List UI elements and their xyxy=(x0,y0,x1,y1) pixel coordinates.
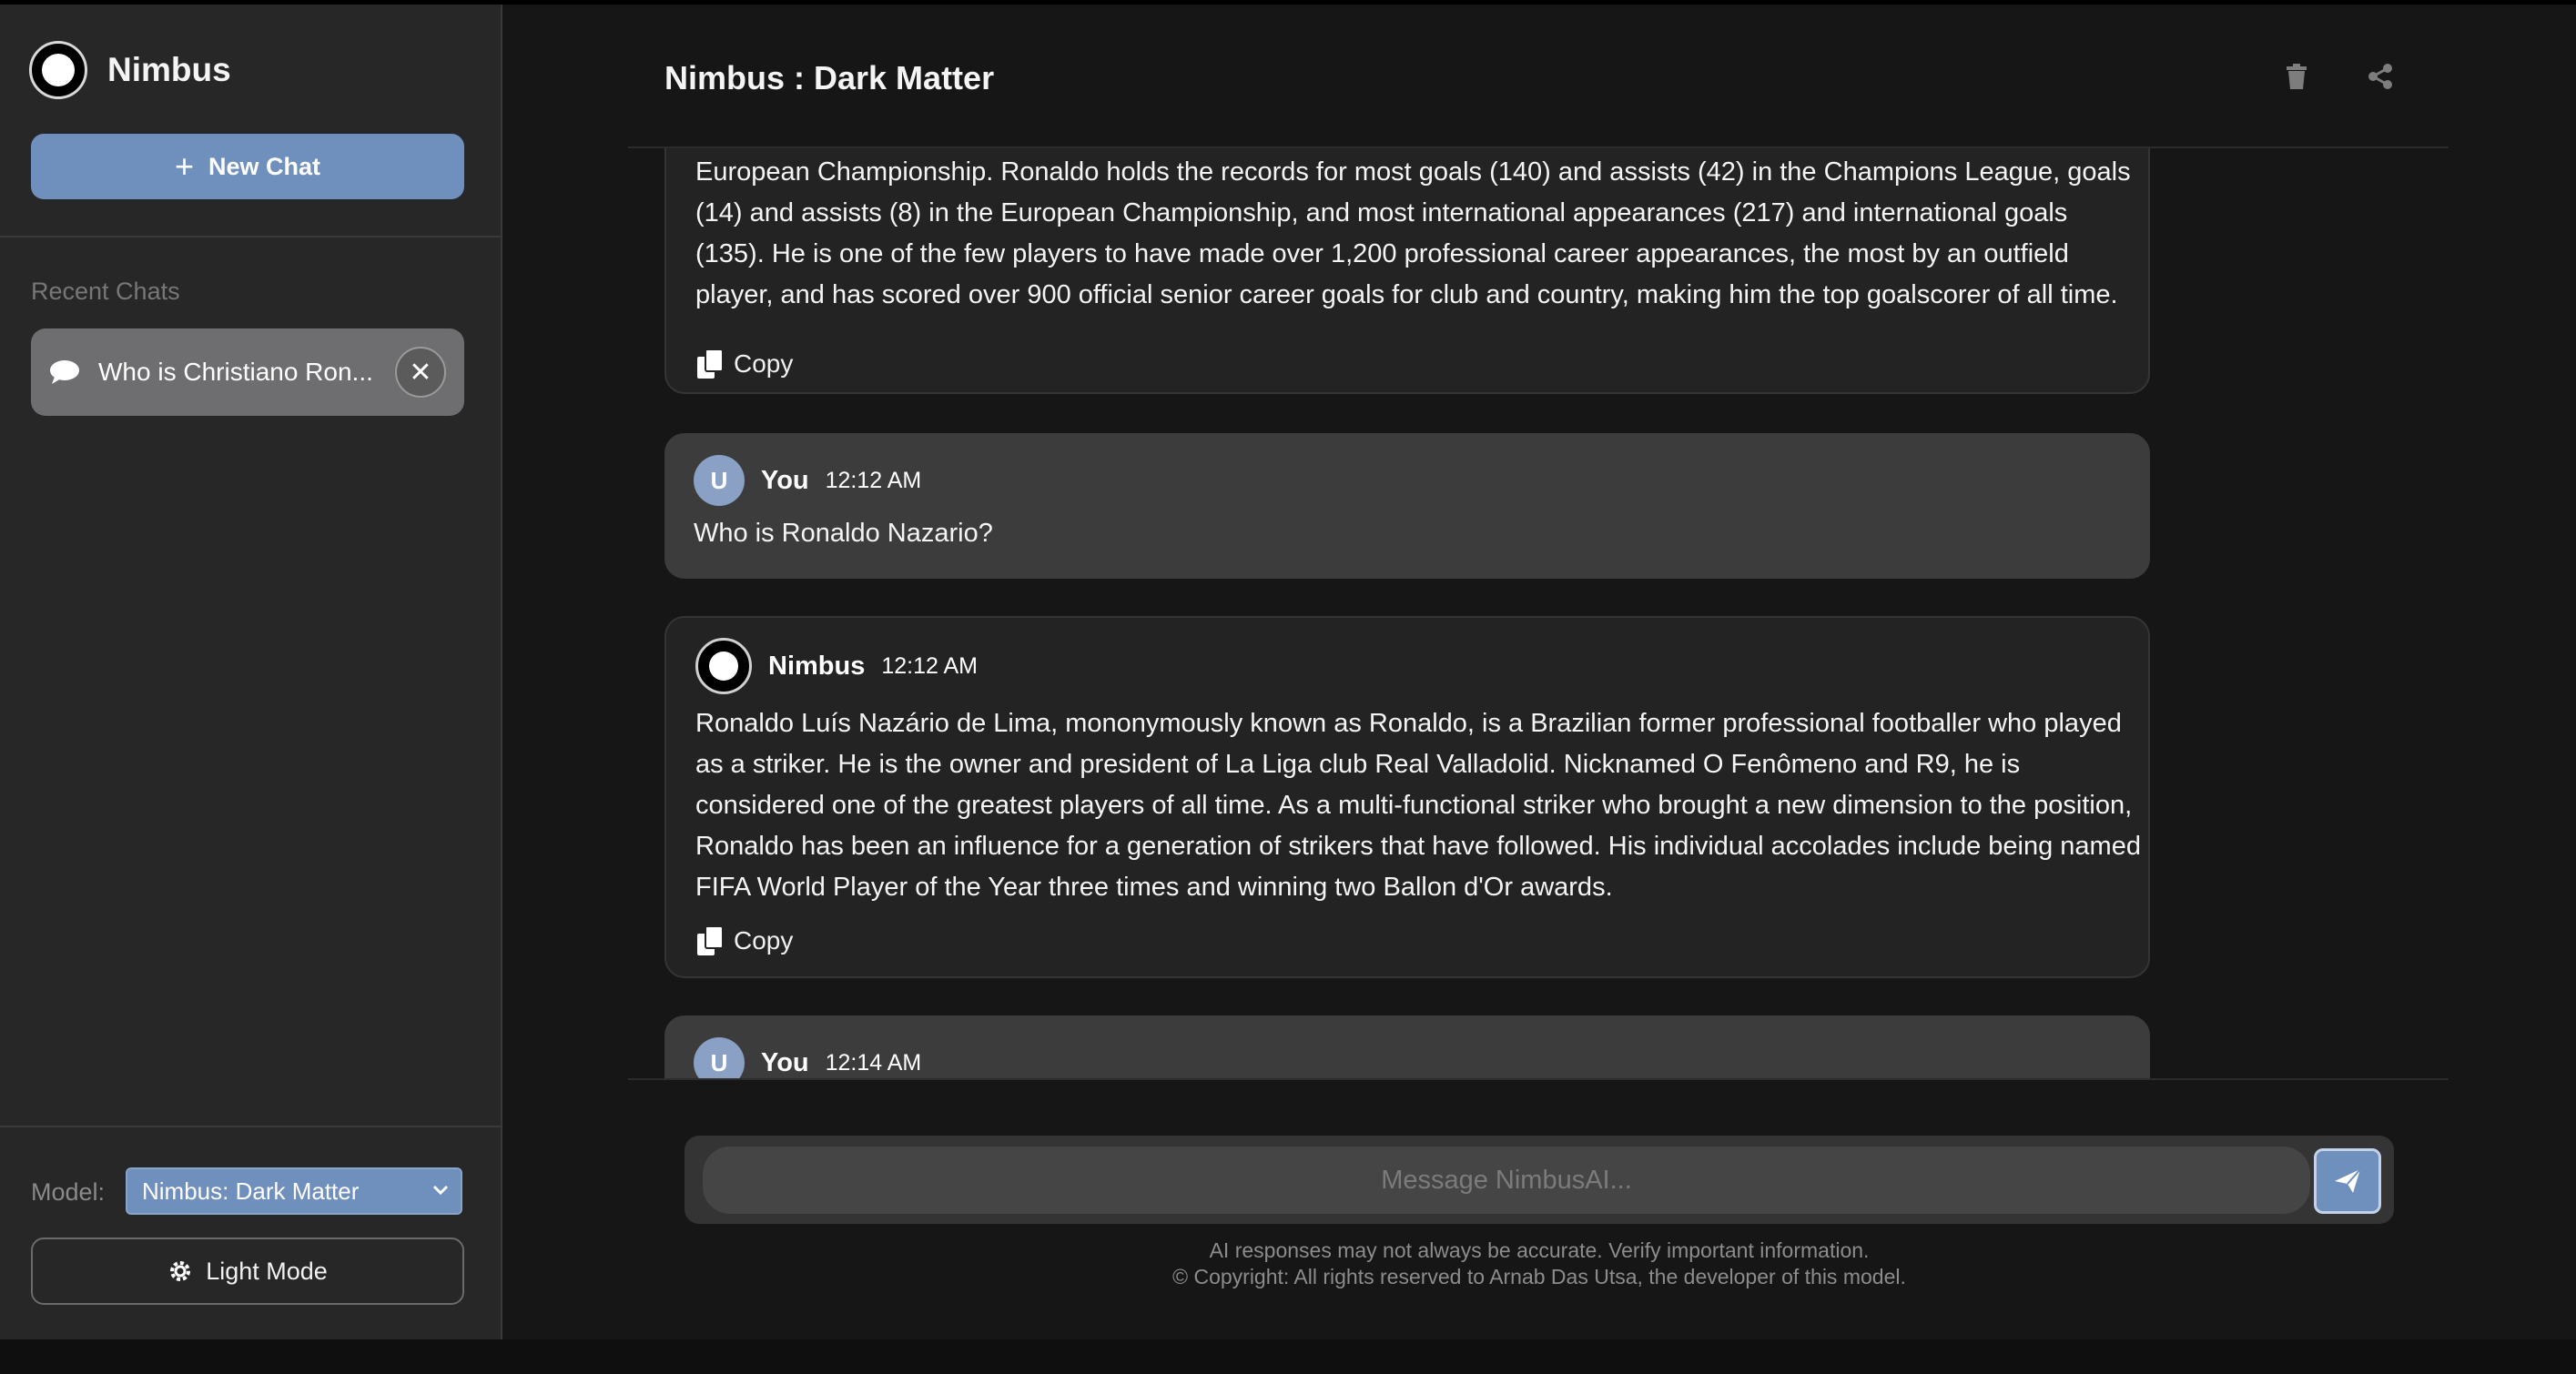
page-title: Nimbus : Dark Matter xyxy=(664,59,995,96)
user-message: U You 12:14 AM xyxy=(664,1015,2150,1078)
sidebar-bottom-divider xyxy=(0,1126,501,1127)
copy-label: Copy xyxy=(734,926,794,955)
recent-chat-title: Who is Christiano Ron... xyxy=(98,358,373,386)
plus-icon: + xyxy=(174,147,194,185)
nimbus-avatar-icon xyxy=(695,638,752,694)
delete-chat-close-icon[interactable]: ✕ xyxy=(395,347,446,398)
message-text: Who is Ronaldo Nazario? xyxy=(694,519,993,548)
message-header: U You 12:12 AM xyxy=(694,455,921,506)
copy-icon xyxy=(697,349,724,379)
trash-icon[interactable] xyxy=(2282,62,2311,91)
chevron-down-icon xyxy=(432,1185,449,1196)
avatar: U xyxy=(694,1037,745,1078)
composer-divider xyxy=(628,1078,2449,1080)
copy-label: Copy xyxy=(734,349,794,378)
message-header: Nimbus 12:12 AM xyxy=(695,638,978,694)
ai-message: European Championship. Ronaldo holds the… xyxy=(664,148,2150,394)
model-selected-value: Nimbus: Dark Matter xyxy=(142,1177,360,1205)
sender-name: You xyxy=(761,1047,809,1077)
copy-button[interactable]: Copy xyxy=(695,925,793,956)
share-icon[interactable] xyxy=(2366,62,2395,91)
bottom-strip xyxy=(0,1339,2576,1374)
avatar: U xyxy=(694,455,745,506)
send-button[interactable] xyxy=(2314,1148,2381,1214)
brand: Nimbus xyxy=(29,41,231,99)
model-select[interactable]: Nimbus: Dark Matter xyxy=(126,1167,462,1215)
message-input[interactable] xyxy=(703,1147,2310,1214)
new-chat-label: New Chat xyxy=(208,152,321,180)
message-header: U You 12:14 AM xyxy=(694,1037,921,1078)
light-mode-label: Light Mode xyxy=(206,1257,328,1285)
send-icon xyxy=(2335,1168,2361,1193)
message-time: 12:14 AM xyxy=(825,1049,922,1076)
sidebar: Nimbus + New Chat Recent Chats Who is Ch… xyxy=(0,5,502,1339)
sender-name: You xyxy=(761,465,809,495)
brand-name: Nimbus xyxy=(107,51,231,88)
ai-message: Nimbus 12:12 AM Ronaldo Luís Nazário de … xyxy=(664,616,2150,978)
disclaimer-text: AI responses may not always be accurate.… xyxy=(1209,1238,1870,1262)
app-window: Nimbus + New Chat Recent Chats Who is Ch… xyxy=(0,0,2576,1339)
user-message: U You 12:12 AM Who is Ronaldo Nazario? xyxy=(664,433,2150,579)
message-time: 12:12 AM xyxy=(881,652,978,679)
message-text: Ronaldo Luís Nazário de Lima, mononymous… xyxy=(695,709,2141,902)
message-text: European Championship. Ronaldo holds the… xyxy=(695,157,2131,309)
recent-chat-item[interactable]: Who is Christiano Ron... ✕ xyxy=(31,328,464,416)
gear-icon xyxy=(170,1261,191,1281)
copy-button[interactable]: Copy xyxy=(695,349,793,379)
light-mode-button[interactable]: Light Mode xyxy=(31,1238,464,1305)
model-label: Model: xyxy=(31,1178,106,1206)
nimbus-logo-icon xyxy=(29,41,87,99)
message-time: 12:12 AM xyxy=(825,467,922,493)
sender-name: Nimbus xyxy=(768,651,866,681)
message-composer xyxy=(685,1136,2394,1224)
recent-chats-heading: Recent Chats xyxy=(31,278,180,305)
sidebar-divider xyxy=(0,236,501,237)
copyright-text: © Copyright: All rights reserved to Arna… xyxy=(1172,1265,1906,1288)
chat-bubble-icon xyxy=(50,360,79,384)
copy-icon xyxy=(697,925,724,955)
new-chat-button[interactable]: + New Chat xyxy=(31,134,464,199)
message-list[interactable]: European Championship. Ronaldo holds the… xyxy=(628,148,2449,1078)
